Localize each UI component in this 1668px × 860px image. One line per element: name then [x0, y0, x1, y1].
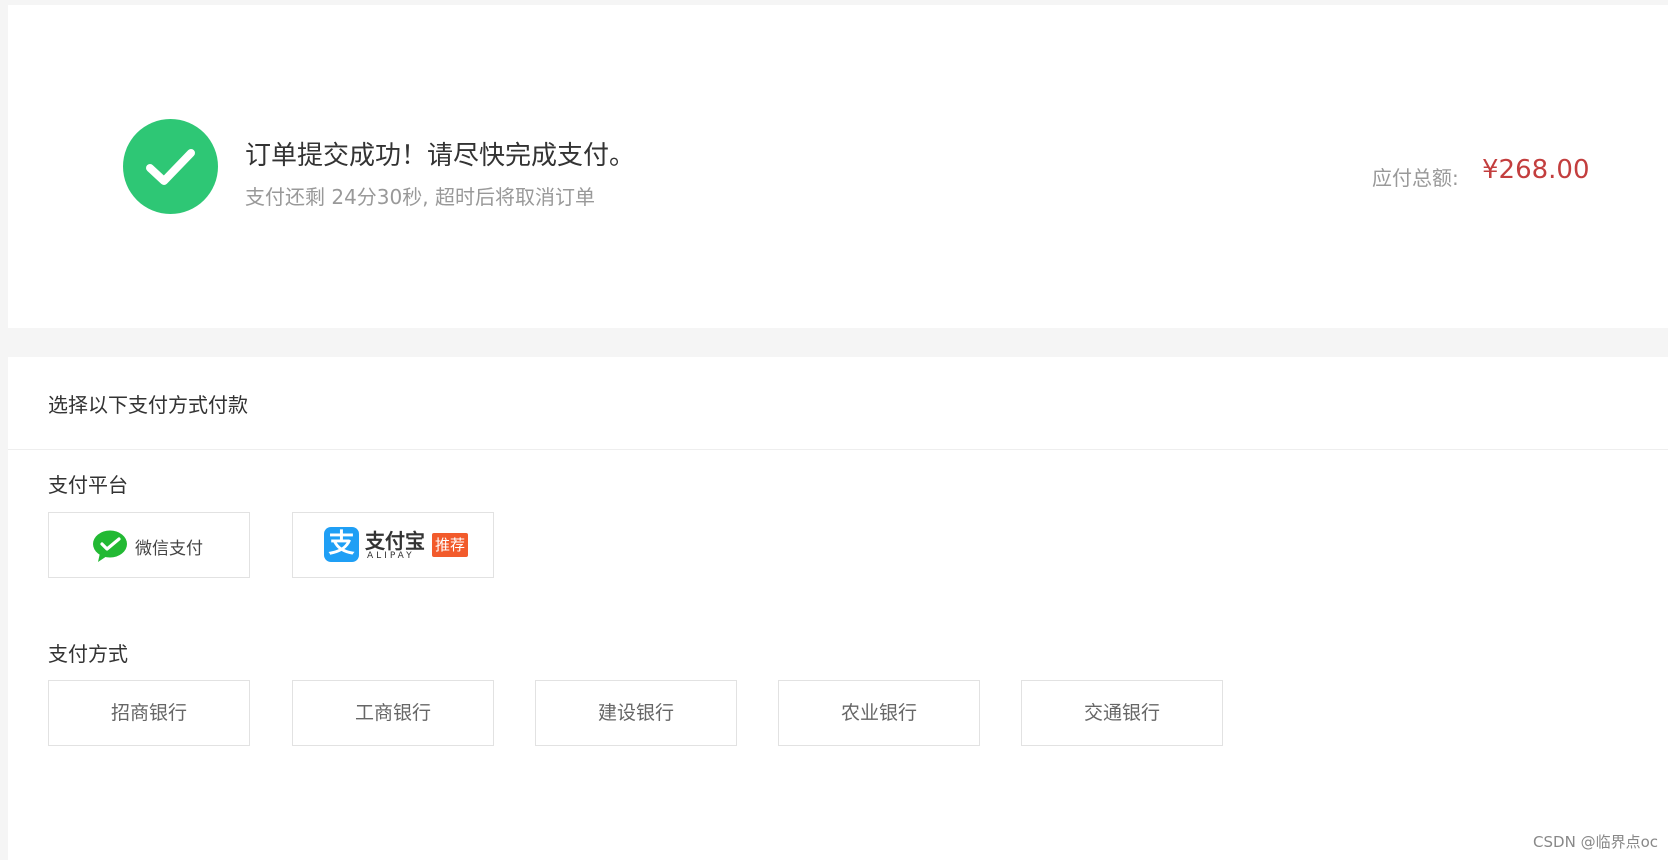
payment-countdown: 支付还剩 24分30秒, 超时后将取消订单	[245, 185, 595, 209]
alipay-icon: 支	[324, 527, 359, 562]
order-summary-panel: 订单提交成功！请尽快完成支付。 支付还剩 24分30秒, 超时后将取消订单 应付…	[8, 5, 1668, 328]
recommend-badge: 推荐	[432, 533, 469, 557]
bank-section-label: 支付方式	[48, 642, 128, 666]
bank-option-icbc[interactable]: 工商银行	[292, 680, 494, 746]
bank-option-label: 招商银行	[110, 702, 187, 724]
total-label: 应付总额:	[1372, 166, 1459, 190]
alipay-option[interactable]: 支 支付宝 ALIPAY 推荐	[292, 512, 494, 578]
wechat-pay-label: 微信支付	[135, 539, 203, 559]
bank-option-cmb[interactable]: 招商银行	[48, 680, 250, 746]
bank-option-bocom[interactable]: 交通银行	[1021, 680, 1223, 746]
bank-option-label: 建设银行	[597, 702, 674, 724]
wechat-icon	[93, 530, 127, 562]
success-check-icon	[123, 119, 218, 214]
bank-option-label: 交通银行	[1083, 702, 1160, 724]
alipay-name-en: ALIPAY	[367, 551, 415, 561]
divider	[8, 449, 1668, 450]
bank-option-label: 工商银行	[354, 702, 431, 724]
bank-option-ccb[interactable]: 建设银行	[535, 680, 737, 746]
alipay-name: 支付宝	[365, 529, 425, 553]
bank-option-abc[interactable]: 农业银行	[778, 680, 980, 746]
csdn-watermark: CSDN @临界点oc	[1533, 833, 1658, 851]
total-amount: ¥268.00	[1482, 155, 1590, 185]
bank-option-label: 农业银行	[840, 702, 917, 724]
payment-method-title: 选择以下支付方式付款	[48, 393, 248, 417]
platform-section-label: 支付平台	[48, 473, 128, 497]
order-success-title: 订单提交成功！请尽快完成支付。	[245, 141, 636, 171]
wechat-pay-option[interactable]: 微信支付	[48, 512, 250, 578]
payment-method-panel: 选择以下支付方式付款 支付平台 微信支付 支 支付宝 ALIPAY 推荐 支付方…	[8, 357, 1668, 860]
